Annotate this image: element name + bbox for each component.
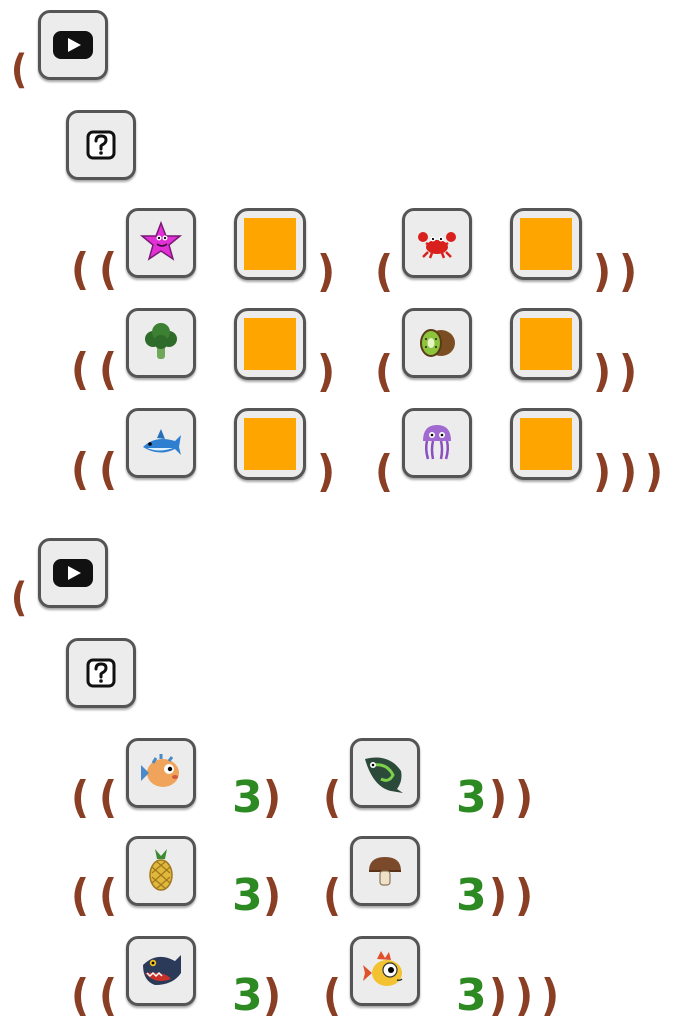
mushroom-tile[interactable] [350,836,420,906]
kiwi-tile[interactable] [402,308,472,378]
open-paren: ( [323,970,342,1021]
swatch-fill [520,318,572,370]
starfish-icon [139,220,183,261]
open-paren: ( [99,870,118,921]
close-paren: ) [263,772,282,823]
open-paren: ( [71,244,90,295]
count-value: 3 [232,870,263,921]
open-paren: ( [99,444,118,495]
close-paren: ) [619,446,638,497]
close-paren: ) [317,446,336,497]
open-paren: ( [375,446,394,497]
piranha-tile[interactable] [126,936,196,1006]
open-paren: ( [71,870,90,921]
open-paren: ( [99,772,118,823]
close-paren: ) [263,870,282,921]
close-paren: ) [593,446,612,497]
play-button[interactable] [38,538,108,608]
green-fish-icon [365,757,403,793]
open-paren: ( [99,970,118,1021]
swatch-fill [244,218,296,270]
color-swatch[interactable] [510,208,582,280]
close-paren: ) [541,970,560,1021]
open-paren: ( [375,346,394,397]
kiwi-icon [420,329,455,357]
count-value: 3 [456,870,487,921]
close-paren: ) [489,870,508,921]
play-icon [53,31,93,59]
open-paren: ( [375,246,394,297]
close-paren: ) [593,246,612,297]
pufferfish-icon [141,754,179,787]
open-paren: ( [71,970,90,1021]
crab-icon [418,232,456,259]
piranha-icon [143,955,181,985]
open-paren: ( [71,344,90,395]
close-paren: ) [317,246,336,297]
close-paren: ) [593,346,612,397]
broccoli-tile[interactable] [126,308,196,378]
crab-tile[interactable] [402,208,472,278]
shark-icon [143,429,181,455]
green-fish-tile[interactable] [350,738,420,808]
open-paren: ( [99,344,118,395]
color-swatch[interactable] [510,408,582,480]
play-button[interactable] [38,10,108,80]
play-icon [53,559,93,587]
mushroom-icon [369,857,401,886]
open-paren: ( [323,772,342,823]
open-paren: ( [99,244,118,295]
close-paren: ) [619,246,638,297]
question-button[interactable] [66,110,136,180]
pineapple-icon [149,849,173,891]
jellyfish-tile[interactable] [402,408,472,478]
open-paren: ( [71,772,90,823]
broccoli-icon [145,323,177,359]
shark-tile[interactable] [126,408,196,478]
color-swatch[interactable] [234,408,306,480]
swatch-fill [520,418,572,470]
count-value: 3 [456,970,487,1021]
open-paren: ( [10,47,28,93]
close-paren: ) [317,346,336,397]
yellow-fish-tile[interactable] [350,936,420,1006]
count-value: 3 [456,772,487,823]
close-paren: ) [515,970,534,1021]
open-paren: ( [10,575,28,621]
yellow-fish-icon [363,951,403,986]
close-paren: ) [515,772,534,823]
swatch-fill [520,218,572,270]
swatch-fill [244,418,296,470]
swatch-fill [244,318,296,370]
starfish-tile[interactable] [126,208,196,278]
count-value: 3 [232,772,263,823]
color-swatch[interactable] [510,308,582,380]
pufferfish-tile[interactable] [126,738,196,808]
close-paren: ) [489,970,508,1021]
close-paren: ) [263,970,282,1021]
jellyfish-icon [423,425,451,460]
question-icon [86,658,116,688]
count-value: 3 [232,970,263,1021]
color-swatch[interactable] [234,308,306,380]
color-swatch[interactable] [234,208,306,280]
close-paren: ) [489,772,508,823]
close-paren: ) [515,870,534,921]
question-icon [86,130,116,160]
open-paren: ( [323,870,342,921]
close-paren: ) [619,346,638,397]
question-button[interactable] [66,638,136,708]
pineapple-tile[interactable] [126,836,196,906]
open-paren: ( [71,444,90,495]
close-paren: ) [645,446,664,497]
